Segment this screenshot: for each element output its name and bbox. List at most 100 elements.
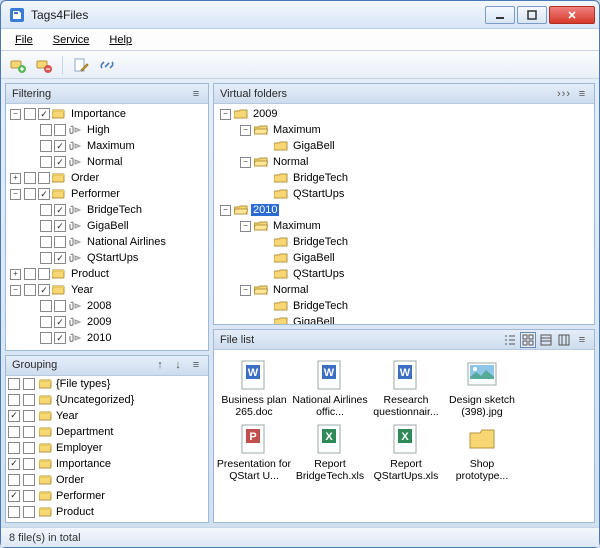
- filter-checkbox-1[interactable]: [40, 316, 52, 328]
- filter-checkbox-1[interactable]: [40, 156, 52, 168]
- file-item[interactable]: XReport BridgeTech.xls: [292, 420, 368, 484]
- grouping-checkbox-1[interactable]: [8, 378, 20, 390]
- filter-node[interactable]: BridgeTech: [6, 202, 208, 218]
- filter-checkbox-1[interactable]: [24, 284, 36, 296]
- expander-icon[interactable]: −: [240, 125, 251, 136]
- vfolder-node[interactable]: −2009: [214, 106, 594, 122]
- filter-checkbox-2[interactable]: [54, 300, 66, 312]
- move-down-icon[interactable]: ↓: [170, 357, 186, 373]
- grouping-checkbox-2[interactable]: [23, 426, 35, 438]
- filter-checkbox-1[interactable]: [24, 108, 36, 120]
- grouping-row[interactable]: Year: [6, 408, 208, 424]
- filter-checkbox-2[interactable]: [54, 156, 66, 168]
- filter-checkbox-1[interactable]: [40, 252, 52, 264]
- vfolder-node[interactable]: GigaBell: [214, 138, 594, 154]
- expander-icon[interactable]: −: [10, 285, 21, 296]
- toolbar-link-button[interactable]: [96, 54, 118, 76]
- expander-icon[interactable]: +: [10, 269, 21, 280]
- grouping-checkbox-1[interactable]: [8, 426, 20, 438]
- view-details-icon[interactable]: [538, 332, 554, 348]
- filter-checkbox-2[interactable]: [54, 252, 66, 264]
- vfolder-node[interactable]: BridgeTech: [214, 234, 594, 250]
- vfolder-node[interactable]: BridgeTech: [214, 298, 594, 314]
- grouping-checkbox-2[interactable]: [23, 506, 35, 518]
- expander-icon[interactable]: −: [220, 205, 231, 216]
- close-button[interactable]: [549, 6, 595, 24]
- more-icon[interactable]: ›››: [556, 86, 572, 102]
- grouping-checkbox-2[interactable]: [23, 378, 35, 390]
- filter-checkbox-1[interactable]: [24, 268, 36, 280]
- filter-checkbox-2[interactable]: [54, 220, 66, 232]
- grouping-checkbox-1[interactable]: [8, 506, 20, 518]
- vfolder-node[interactable]: −Normal: [214, 282, 594, 298]
- filter-checkbox-2[interactable]: [38, 172, 50, 184]
- filter-checkbox-1[interactable]: [40, 140, 52, 152]
- expander-icon[interactable]: −: [240, 285, 251, 296]
- expander-icon[interactable]: +: [10, 173, 21, 184]
- grouping-row[interactable]: Performer: [6, 488, 208, 504]
- toolbar-add-tag-button[interactable]: [7, 54, 29, 76]
- file-item[interactable]: PPresentation for QStart U...: [216, 420, 292, 484]
- grouping-checkbox-1[interactable]: [8, 442, 20, 454]
- view-icons-icon[interactable]: [520, 332, 536, 348]
- view-list-icon[interactable]: [502, 332, 518, 348]
- vfolder-node[interactable]: GigaBell: [214, 250, 594, 266]
- filter-node[interactable]: −Year: [6, 282, 208, 298]
- filter-node[interactable]: National Airlines: [6, 234, 208, 250]
- expander-icon[interactable]: −: [240, 221, 251, 232]
- filter-checkbox-2[interactable]: [38, 284, 50, 296]
- file-item[interactable]: Design sketch (398).jpg: [444, 356, 520, 420]
- filter-node[interactable]: +Product: [6, 266, 208, 282]
- toolbar-remove-tag-button[interactable]: [33, 54, 55, 76]
- filter-node[interactable]: −Performer: [6, 186, 208, 202]
- minimize-button[interactable]: [485, 6, 515, 24]
- vfolder-node[interactable]: −Normal: [214, 154, 594, 170]
- toolbar-edit-button[interactable]: [70, 54, 92, 76]
- filter-checkbox-1[interactable]: [40, 332, 52, 344]
- filter-checkbox-1[interactable]: [24, 188, 36, 200]
- filter-node[interactable]: −Importance: [6, 106, 208, 122]
- grouping-row[interactable]: Department: [6, 424, 208, 440]
- vfolder-node[interactable]: −2010: [214, 202, 594, 218]
- grouping-row[interactable]: Product: [6, 504, 208, 520]
- filter-node[interactable]: 2009: [6, 314, 208, 330]
- virtual-folders-body[interactable]: −2009−MaximumGigaBell−NormalBridgeTechQS…: [214, 104, 594, 324]
- grouping-row[interactable]: {File types}: [6, 376, 208, 392]
- filter-checkbox-1[interactable]: [40, 300, 52, 312]
- menu-file[interactable]: File: [7, 32, 41, 48]
- filter-checkbox-2[interactable]: [54, 332, 66, 344]
- filter-checkbox-2[interactable]: [54, 124, 66, 136]
- grouping-row[interactable]: Order: [6, 472, 208, 488]
- filter-checkbox-1[interactable]: [40, 204, 52, 216]
- vfolder-node[interactable]: −Maximum: [214, 122, 594, 138]
- vfolder-node[interactable]: QStartUps: [214, 266, 594, 282]
- vfolder-node[interactable]: −Maximum: [214, 218, 594, 234]
- filter-node[interactable]: +Order: [6, 170, 208, 186]
- expander-icon[interactable]: −: [220, 109, 231, 120]
- filter-node[interactable]: Maximum: [6, 138, 208, 154]
- grouping-checkbox-1[interactable]: [8, 394, 20, 406]
- menu-service[interactable]: Service: [45, 32, 98, 48]
- grouping-checkbox-2[interactable]: [23, 490, 35, 502]
- panel-menu-icon[interactable]: ≡: [188, 86, 204, 102]
- grouping-row[interactable]: {Uncategorized}: [6, 392, 208, 408]
- filter-checkbox-1[interactable]: [24, 172, 36, 184]
- filter-node[interactable]: High: [6, 122, 208, 138]
- filter-checkbox-2[interactable]: [54, 236, 66, 248]
- vfolder-node[interactable]: QStartUps: [214, 186, 594, 202]
- file-item[interactable]: WResearch questionnair...: [368, 356, 444, 420]
- file-item[interactable]: WNational Airlines offic...: [292, 356, 368, 420]
- grouping-checkbox-1[interactable]: [8, 490, 20, 502]
- filter-node[interactable]: Normal: [6, 154, 208, 170]
- file-item[interactable]: XReport QStartUps.xls: [368, 420, 444, 484]
- view-columns-icon[interactable]: [556, 332, 572, 348]
- filter-checkbox-2[interactable]: [54, 140, 66, 152]
- move-up-icon[interactable]: ↑: [152, 357, 168, 373]
- expander-icon[interactable]: −: [10, 109, 21, 120]
- expander-icon[interactable]: −: [10, 189, 21, 200]
- filter-node[interactable]: 2008: [6, 298, 208, 314]
- grouping-checkbox-2[interactable]: [23, 442, 35, 454]
- maximize-button[interactable]: [517, 6, 547, 24]
- filter-checkbox-2[interactable]: [54, 204, 66, 216]
- file-item[interactable]: Shop prototype...: [444, 420, 520, 484]
